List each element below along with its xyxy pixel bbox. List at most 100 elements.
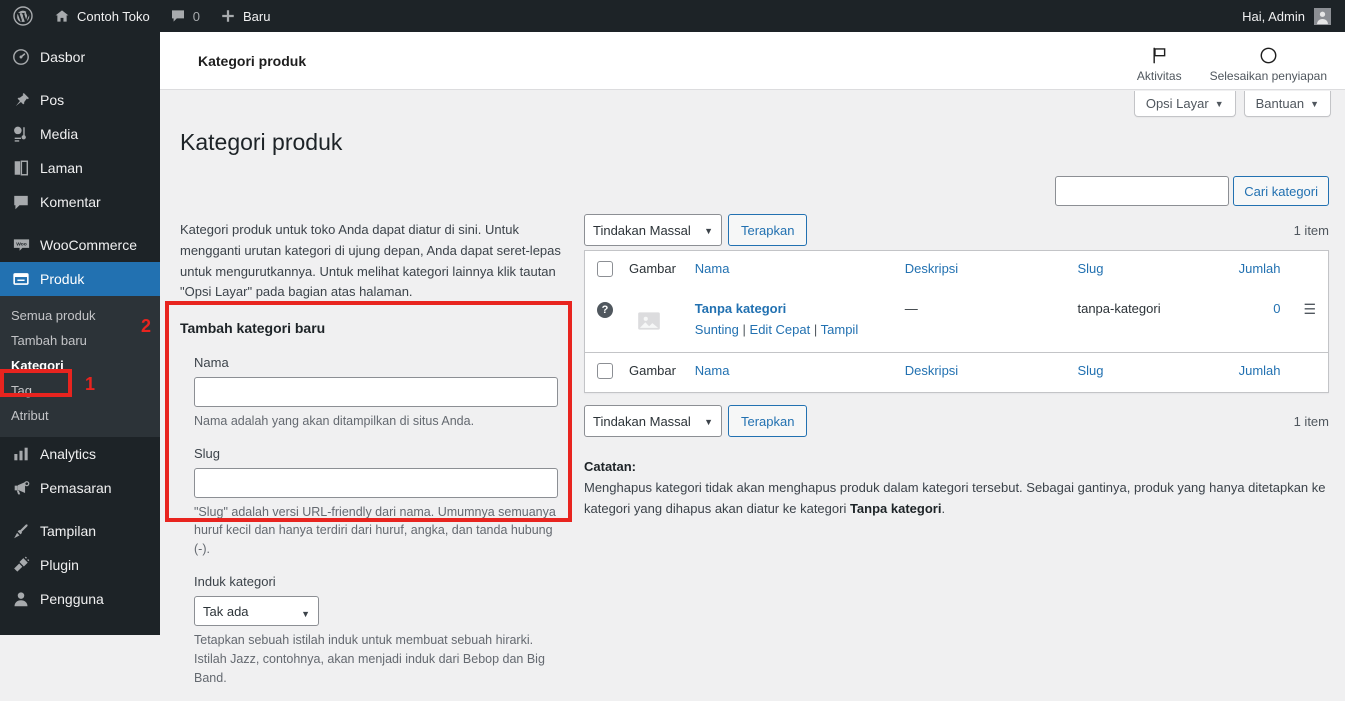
sidebar-item-plugin[interactable]: Plugin	[0, 548, 160, 582]
note-text: Menghapus kategori tidak akan menghapus …	[584, 478, 1329, 520]
row-action-edit[interactable]: Sunting	[695, 322, 739, 337]
category-name-link[interactable]: Tanpa kategori	[695, 301, 787, 316]
slug-field-group: Slug "Slug" adalah versi URL-friendly da…	[180, 445, 572, 559]
select-all-checkbox[interactable]	[597, 261, 613, 277]
tablenav-top: Tindakan Massal ▼ Terapkan 1 item	[584, 210, 1329, 250]
column-header-count[interactable]: Jumlah	[1223, 251, 1294, 291]
sidebar-item-label: Pemasaran	[40, 480, 112, 496]
slug-description: "Slug" adalah versi URL-friendly dari na…	[194, 504, 556, 557]
sidebar-subitem-semua-produk[interactable]: Semua produk	[0, 303, 160, 328]
row-handle-cell: ☰	[1295, 290, 1329, 353]
sidebar-submenu-produk: Semua produk Tambah baru Kategori Tag At…	[0, 296, 160, 437]
circle-progress-icon	[1259, 44, 1278, 66]
intro-text: Kategori produk untuk toko Anda dapat di…	[180, 222, 561, 300]
search-submit-button[interactable]: Cari kategori	[1233, 176, 1329, 206]
new-content-label: Baru	[243, 8, 271, 24]
screen-options-label: Opsi Layar	[1145, 96, 1209, 111]
row-description-cell: —	[904, 301, 918, 316]
comments-button[interactable]: 0	[160, 0, 210, 32]
sidebar-item-tampilan[interactable]: Tampilan	[0, 514, 160, 548]
annotation-number-1: 1	[85, 374, 96, 394]
column-header-description[interactable]: Deskripsi	[897, 251, 1070, 291]
new-content-button[interactable]: Baru	[210, 0, 280, 32]
parent-select[interactable]: Tak ada	[194, 596, 319, 627]
sidebar-item-pemasaran[interactable]: Pemasaran	[0, 471, 160, 505]
sidebar-item-woocommerce[interactable]: Woo WooCommerce	[0, 228, 160, 262]
sidebar-subitem-tag[interactable]: Tag	[0, 378, 160, 403]
sidebar-item-pengguna[interactable]: Pengguna	[0, 582, 160, 616]
column-header-image: Gambar	[629, 261, 676, 276]
row-slug-cell: tanpa-kategori	[1077, 301, 1161, 316]
finish-setup-label: Selesaikan penyiapan	[1209, 69, 1327, 83]
sidebar-subitem-label: Kategori	[11, 358, 64, 373]
slug-input[interactable]	[194, 467, 558, 498]
sidebar-separator	[0, 505, 160, 514]
comments-count: 0	[192, 8, 200, 24]
row-action-view[interactable]: Tampil	[821, 322, 859, 337]
sidebar-item-label: Pos	[40, 92, 65, 108]
user-icon	[11, 589, 31, 609]
sidebar-item-komentar[interactable]: Komentar	[0, 185, 160, 219]
sidebar-item-analytics[interactable]: Analytics	[0, 437, 160, 471]
parent-label: Induk kategori	[194, 573, 276, 589]
row-action-quick-edit[interactable]: Edit Cepat	[750, 322, 811, 337]
bulk-actions-select-top[interactable]: Tindakan Massal	[584, 214, 722, 246]
greeting-label: Hai, Admin	[1242, 8, 1305, 24]
note-heading: Catatan:	[584, 459, 637, 474]
sidebar-item-dasbor[interactable]: Dasbor	[0, 40, 160, 74]
my-account-button[interactable]: Hai, Admin	[1242, 0, 1331, 32]
parent-description: Tetapkan sebuah istilah induk untuk memb…	[194, 633, 545, 685]
drag-handle-icon[interactable]: ☰	[1303, 301, 1316, 317]
sidebar-item-label: WooCommerce	[40, 237, 137, 253]
column-footer-name[interactable]: Nama	[686, 352, 897, 393]
slug-label: Slug	[194, 445, 221, 461]
name-field-group: Nama Nama adalah yang akan ditampilkan d…	[180, 354, 572, 431]
sidebar-item-label: Dasbor	[40, 49, 86, 65]
sidebar-item-label: Analytics	[40, 446, 97, 462]
name-input[interactable]	[194, 376, 558, 407]
help-question-icon[interactable]: ?	[597, 302, 613, 318]
finish-setup-button[interactable]: Selesaikan penyiapan	[1196, 32, 1341, 90]
bulk-actions-select-bottom[interactable]: Tindakan Massal	[584, 405, 722, 437]
home-icon	[54, 8, 70, 24]
screen-options-button[interactable]: Opsi Layar ▼	[1133, 91, 1236, 117]
search-input[interactable]	[1055, 176, 1230, 206]
note-block: Catatan: Menghapus kategori tidak akan m…	[584, 457, 1329, 519]
sidebar-item-media[interactable]: Media	[0, 117, 160, 151]
column-footer-count[interactable]: Jumlah	[1223, 352, 1295, 393]
sidebar-subitem-atribut[interactable]: Atribut	[0, 403, 160, 428]
category-list-column: Tindakan Massal ▼ Terapkan 1 item Gambar…	[584, 210, 1329, 519]
sidebar-item-laman[interactable]: Laman	[0, 151, 160, 185]
item-count-bottom: 1 item	[1293, 413, 1329, 429]
add-new-heading: Tambah kategori baru	[180, 320, 326, 337]
category-count-link[interactable]: 0	[1273, 301, 1280, 316]
sidebar-item-label: Komentar	[40, 194, 101, 210]
chevron-down-icon: ▼	[1214, 98, 1224, 109]
pin-icon	[11, 90, 31, 110]
sidebar-item-produk[interactable]: Produk	[0, 262, 168, 296]
sidebar-item-pos[interactable]: Pos	[0, 83, 160, 117]
sidebar-subitem-kategori[interactable]: Kategori	[0, 353, 160, 378]
plus-icon	[220, 8, 236, 24]
column-footer-slug[interactable]: Slug	[1069, 352, 1224, 393]
row-name-cell: Tanpa kategori Sunting | Edit Cepat | Ta…	[687, 290, 897, 353]
column-header-slug[interactable]: Slug	[1069, 251, 1223, 291]
comment-icon	[11, 192, 31, 212]
sidebar-item-label: Tampilan	[40, 523, 97, 539]
column-footer-description[interactable]: Deskripsi	[896, 352, 1070, 393]
activity-panel-button[interactable]: Aktivitas	[1123, 32, 1196, 90]
row-count-cell: 0	[1223, 290, 1294, 353]
column-header-name[interactable]: Nama	[687, 251, 897, 291]
select-all-footer-header	[584, 352, 621, 393]
main-content: Kategori produk Aktivitas Selesaikan pen…	[160, 32, 1345, 685]
row-action-separator: |	[813, 322, 818, 337]
select-all-checkbox-footer[interactable]	[597, 363, 613, 379]
site-name-button[interactable]: Contoh Toko	[44, 0, 160, 32]
sidebar-subitem-tambah-baru[interactable]: Tambah baru	[0, 328, 160, 353]
sidebar-item-label: Pengguna	[40, 591, 104, 607]
row-action-separator: |	[742, 322, 746, 337]
help-button[interactable]: Bantuan ▼	[1243, 91, 1331, 117]
wordpress-logo-button[interactable]	[0, 0, 44, 32]
apply-bulk-button-bottom[interactable]: Terapkan	[728, 405, 808, 437]
apply-bulk-button-top[interactable]: Terapkan	[728, 214, 808, 246]
